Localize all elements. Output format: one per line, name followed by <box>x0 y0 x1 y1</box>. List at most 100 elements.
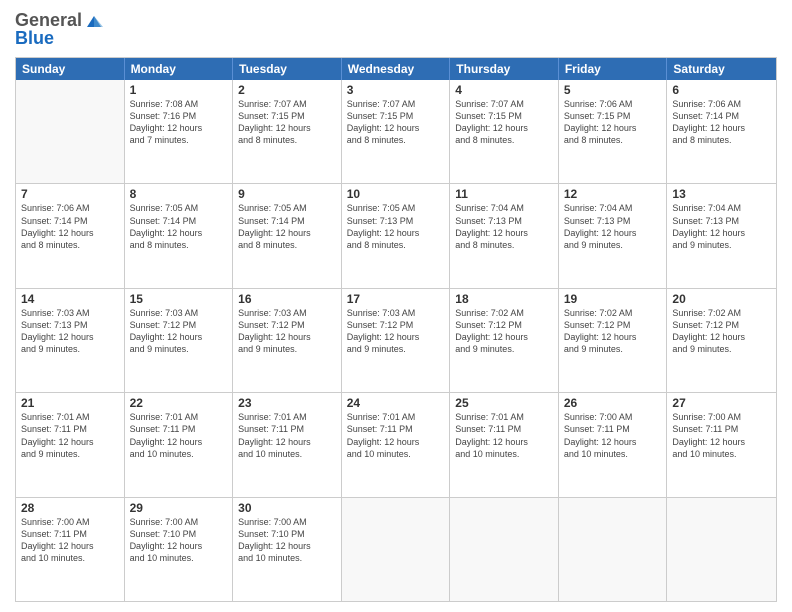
day-info: Sunrise: 7:04 AM Sunset: 7:13 PM Dayligh… <box>672 202 771 251</box>
day-info: Sunrise: 7:01 AM Sunset: 7:11 PM Dayligh… <box>238 411 336 460</box>
calendar: SundayMondayTuesdayWednesdayThursdayFrid… <box>15 57 777 602</box>
day-number: 10 <box>347 187 445 201</box>
day-number: 13 <box>672 187 771 201</box>
header-day-friday: Friday <box>559 58 668 80</box>
calendar-cell: 16Sunrise: 7:03 AM Sunset: 7:12 PM Dayli… <box>233 289 342 392</box>
header-day-thursday: Thursday <box>450 58 559 80</box>
day-number: 21 <box>21 396 119 410</box>
calendar-week-4: 21Sunrise: 7:01 AM Sunset: 7:11 PM Dayli… <box>16 392 776 496</box>
day-info: Sunrise: 7:00 AM Sunset: 7:11 PM Dayligh… <box>564 411 662 460</box>
header-day-monday: Monday <box>125 58 234 80</box>
header-day-saturday: Saturday <box>667 58 776 80</box>
calendar-cell: 24Sunrise: 7:01 AM Sunset: 7:11 PM Dayli… <box>342 393 451 496</box>
calendar-week-3: 14Sunrise: 7:03 AM Sunset: 7:13 PM Dayli… <box>16 288 776 392</box>
day-info: Sunrise: 7:01 AM Sunset: 7:11 PM Dayligh… <box>455 411 553 460</box>
day-info: Sunrise: 7:04 AM Sunset: 7:13 PM Dayligh… <box>564 202 662 251</box>
day-info: Sunrise: 7:07 AM Sunset: 7:15 PM Dayligh… <box>347 98 445 147</box>
calendar-cell: 11Sunrise: 7:04 AM Sunset: 7:13 PM Dayli… <box>450 184 559 287</box>
calendar-cell: 17Sunrise: 7:03 AM Sunset: 7:12 PM Dayli… <box>342 289 451 392</box>
day-info: Sunrise: 7:06 AM Sunset: 7:14 PM Dayligh… <box>21 202 119 251</box>
calendar-cell <box>450 498 559 601</box>
day-info: Sunrise: 7:03 AM Sunset: 7:12 PM Dayligh… <box>130 307 228 356</box>
calendar-cell <box>342 498 451 601</box>
day-number: 1 <box>130 83 228 97</box>
calendar-cell: 8Sunrise: 7:05 AM Sunset: 7:14 PM Daylig… <box>125 184 234 287</box>
calendar-cell <box>16 80 125 183</box>
day-info: Sunrise: 7:01 AM Sunset: 7:11 PM Dayligh… <box>130 411 228 460</box>
day-info: Sunrise: 7:01 AM Sunset: 7:11 PM Dayligh… <box>347 411 445 460</box>
day-number: 4 <box>455 83 553 97</box>
day-info: Sunrise: 7:02 AM Sunset: 7:12 PM Dayligh… <box>455 307 553 356</box>
calendar-cell: 21Sunrise: 7:01 AM Sunset: 7:11 PM Dayli… <box>16 393 125 496</box>
day-number: 8 <box>130 187 228 201</box>
day-number: 25 <box>455 396 553 410</box>
day-info: Sunrise: 7:00 AM Sunset: 7:11 PM Dayligh… <box>672 411 771 460</box>
day-number: 7 <box>21 187 119 201</box>
calendar-cell: 15Sunrise: 7:03 AM Sunset: 7:12 PM Dayli… <box>125 289 234 392</box>
day-number: 18 <box>455 292 553 306</box>
day-number: 12 <box>564 187 662 201</box>
calendar-cell: 23Sunrise: 7:01 AM Sunset: 7:11 PM Dayli… <box>233 393 342 496</box>
day-info: Sunrise: 7:02 AM Sunset: 7:12 PM Dayligh… <box>564 307 662 356</box>
day-number: 17 <box>347 292 445 306</box>
day-info: Sunrise: 7:07 AM Sunset: 7:15 PM Dayligh… <box>238 98 336 147</box>
calendar-cell: 19Sunrise: 7:02 AM Sunset: 7:12 PM Dayli… <box>559 289 668 392</box>
calendar-cell: 9Sunrise: 7:05 AM Sunset: 7:14 PM Daylig… <box>233 184 342 287</box>
calendar-cell: 20Sunrise: 7:02 AM Sunset: 7:12 PM Dayli… <box>667 289 776 392</box>
calendar-cell: 25Sunrise: 7:01 AM Sunset: 7:11 PM Dayli… <box>450 393 559 496</box>
day-number: 28 <box>21 501 119 515</box>
logo-blue-text: Blue <box>15 28 54 49</box>
calendar-body: 1Sunrise: 7:08 AM Sunset: 7:16 PM Daylig… <box>16 80 776 601</box>
calendar-cell: 13Sunrise: 7:04 AM Sunset: 7:13 PM Dayli… <box>667 184 776 287</box>
calendar-cell: 2Sunrise: 7:07 AM Sunset: 7:15 PM Daylig… <box>233 80 342 183</box>
day-info: Sunrise: 7:04 AM Sunset: 7:13 PM Dayligh… <box>455 202 553 251</box>
calendar-cell: 26Sunrise: 7:00 AM Sunset: 7:11 PM Dayli… <box>559 393 668 496</box>
day-info: Sunrise: 7:00 AM Sunset: 7:10 PM Dayligh… <box>130 516 228 565</box>
day-info: Sunrise: 7:06 AM Sunset: 7:15 PM Dayligh… <box>564 98 662 147</box>
day-number: 23 <box>238 396 336 410</box>
header-day-tuesday: Tuesday <box>233 58 342 80</box>
header-day-sunday: Sunday <box>16 58 125 80</box>
calendar-cell: 3Sunrise: 7:07 AM Sunset: 7:15 PM Daylig… <box>342 80 451 183</box>
day-info: Sunrise: 7:08 AM Sunset: 7:16 PM Dayligh… <box>130 98 228 147</box>
day-info: Sunrise: 7:02 AM Sunset: 7:12 PM Dayligh… <box>672 307 771 356</box>
calendar-cell: 18Sunrise: 7:02 AM Sunset: 7:12 PM Dayli… <box>450 289 559 392</box>
day-info: Sunrise: 7:05 AM Sunset: 7:14 PM Dayligh… <box>238 202 336 251</box>
day-number: 5 <box>564 83 662 97</box>
page: General Blue SundayMondayTuesdayWednesda… <box>0 0 792 612</box>
calendar-cell: 1Sunrise: 7:08 AM Sunset: 7:16 PM Daylig… <box>125 80 234 183</box>
day-number: 16 <box>238 292 336 306</box>
day-number: 27 <box>672 396 771 410</box>
logo-icon <box>84 13 104 29</box>
header: General Blue <box>15 10 777 49</box>
day-info: Sunrise: 7:01 AM Sunset: 7:11 PM Dayligh… <box>21 411 119 460</box>
calendar-cell: 28Sunrise: 7:00 AM Sunset: 7:11 PM Dayli… <box>16 498 125 601</box>
day-number: 14 <box>21 292 119 306</box>
day-info: Sunrise: 7:07 AM Sunset: 7:15 PM Dayligh… <box>455 98 553 147</box>
calendar-cell: 4Sunrise: 7:07 AM Sunset: 7:15 PM Daylig… <box>450 80 559 183</box>
day-info: Sunrise: 7:00 AM Sunset: 7:10 PM Dayligh… <box>238 516 336 565</box>
calendar-cell: 30Sunrise: 7:00 AM Sunset: 7:10 PM Dayli… <box>233 498 342 601</box>
calendar-week-2: 7Sunrise: 7:06 AM Sunset: 7:14 PM Daylig… <box>16 183 776 287</box>
day-info: Sunrise: 7:00 AM Sunset: 7:11 PM Dayligh… <box>21 516 119 565</box>
calendar-cell: 7Sunrise: 7:06 AM Sunset: 7:14 PM Daylig… <box>16 184 125 287</box>
calendar-week-5: 28Sunrise: 7:00 AM Sunset: 7:11 PM Dayli… <box>16 497 776 601</box>
calendar-cell <box>559 498 668 601</box>
calendar-cell: 10Sunrise: 7:05 AM Sunset: 7:13 PM Dayli… <box>342 184 451 287</box>
day-number: 24 <box>347 396 445 410</box>
day-number: 6 <box>672 83 771 97</box>
calendar-cell: 22Sunrise: 7:01 AM Sunset: 7:11 PM Dayli… <box>125 393 234 496</box>
header-day-wednesday: Wednesday <box>342 58 451 80</box>
calendar-cell: 14Sunrise: 7:03 AM Sunset: 7:13 PM Dayli… <box>16 289 125 392</box>
day-number: 22 <box>130 396 228 410</box>
day-number: 19 <box>564 292 662 306</box>
calendar-header: SundayMondayTuesdayWednesdayThursdayFrid… <box>16 58 776 80</box>
logo: General Blue <box>15 10 104 49</box>
calendar-week-1: 1Sunrise: 7:08 AM Sunset: 7:16 PM Daylig… <box>16 80 776 183</box>
day-info: Sunrise: 7:03 AM Sunset: 7:12 PM Dayligh… <box>238 307 336 356</box>
day-number: 29 <box>130 501 228 515</box>
day-number: 2 <box>238 83 336 97</box>
day-number: 26 <box>564 396 662 410</box>
calendar-cell: 6Sunrise: 7:06 AM Sunset: 7:14 PM Daylig… <box>667 80 776 183</box>
calendar-cell: 29Sunrise: 7:00 AM Sunset: 7:10 PM Dayli… <box>125 498 234 601</box>
